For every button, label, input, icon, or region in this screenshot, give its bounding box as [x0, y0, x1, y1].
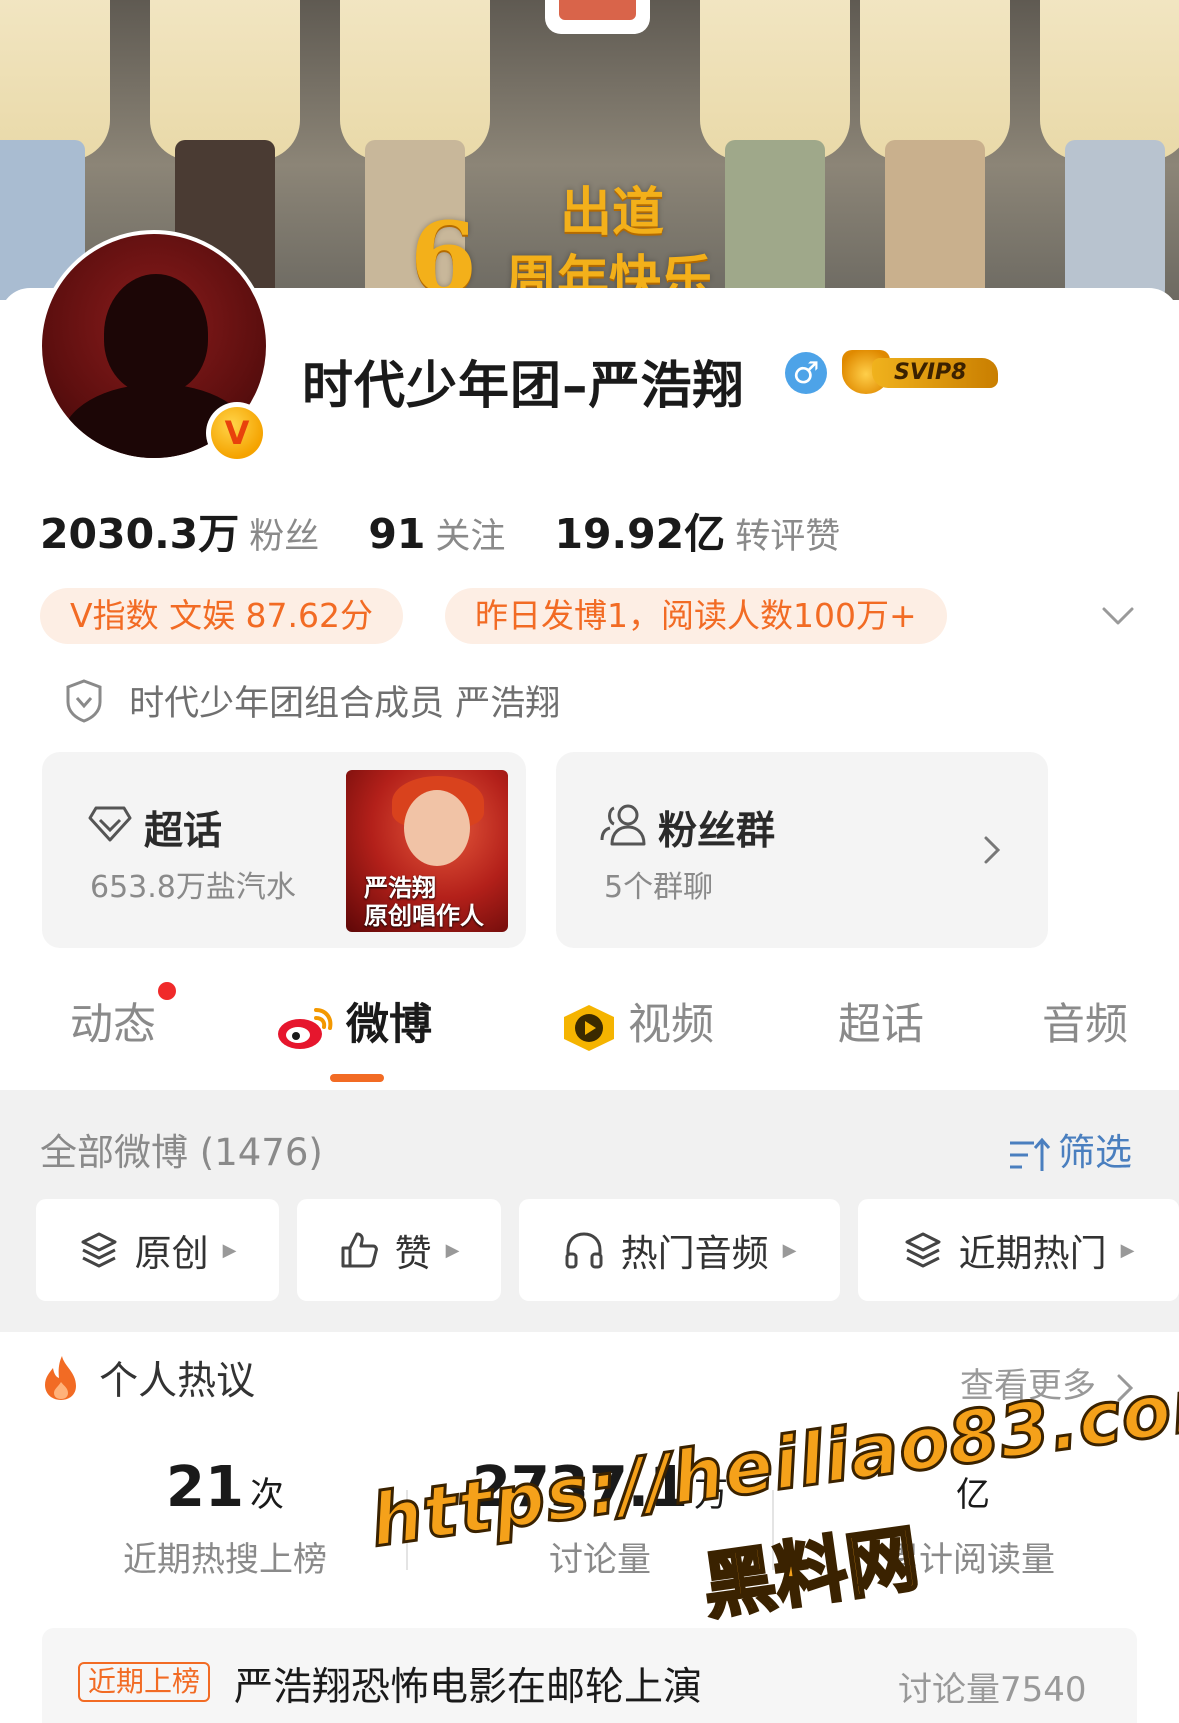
- filter-button[interactable]: 筛选: [1008, 1122, 1132, 1176]
- thumbs-up-icon: [341, 1232, 378, 1268]
- fan-group-title: 粉丝群: [658, 809, 776, 854]
- chip-like[interactable]: 赞 ▶: [297, 1199, 501, 1301]
- svip-badge[interactable]: SVIP8: [842, 350, 1002, 394]
- chevron-down-icon[interactable]: [1100, 598, 1136, 634]
- personal-hot-header: 个人热议: [40, 1350, 255, 1410]
- cake-image: [545, 0, 650, 34]
- layers-icon: [905, 1232, 941, 1268]
- thumbnail-caption: 严浩翔 原创唱作人: [364, 873, 484, 930]
- username: 时代少年团–严浩翔: [302, 357, 745, 416]
- group-icon: [600, 804, 646, 846]
- verified-badge: V: [206, 402, 268, 464]
- supertopic-thumbnail[interactable]: 严浩翔 原创唱作人: [346, 770, 508, 932]
- verification-intro: 时代少年团组合成员 严浩翔: [64, 675, 560, 725]
- sort-icon: [1010, 1137, 1051, 1171]
- hot-topic-count: 讨论量7540: [898, 1670, 1087, 1710]
- chevron-right-icon: [984, 836, 1001, 864]
- headphones-icon: [565, 1232, 603, 1269]
- fire-icon: [45, 1356, 76, 1400]
- intro-text: 时代少年团组合成员 严浩翔: [129, 684, 561, 724]
- tab-weibo[interactable]: 微博: [276, 990, 432, 1060]
- stat-following[interactable]: 91 关注: [368, 508, 505, 559]
- stat-likes[interactable]: 19.92亿 转评赞: [555, 500, 841, 560]
- personal-hot-title: 个人热议: [99, 1359, 256, 1404]
- banner-caption-number: 6: [410, 201, 477, 301]
- chip-recent-hot[interactable]: 近期热门 ▶: [858, 1199, 1179, 1301]
- weibo-icon: [278, 1007, 333, 1049]
- supertopic-title: 超话: [144, 809, 223, 854]
- chip-hot-audio[interactable]: 热门音频 ▶: [519, 1199, 840, 1301]
- metric-hot-search: 21 次 近期热搜上榜: [123, 1455, 327, 1580]
- fan-group-count: 5个群聊: [604, 870, 714, 905]
- male-icon: ♂: [785, 352, 827, 394]
- banner-figure: [860, 0, 1010, 300]
- layers-icon: [81, 1232, 117, 1268]
- stats-row: 2030.3万 粉丝 91 关注 19.92亿 转评赞: [40, 500, 884, 558]
- video-icon: [564, 1004, 614, 1051]
- stat-fans[interactable]: 2030.3万 粉丝: [40, 500, 319, 560]
- svip-label: SVIP8: [872, 358, 998, 388]
- active-tab-indicator: [330, 1074, 384, 1082]
- v-index-pill[interactable]: V指数 文娱 87.62分: [40, 588, 404, 644]
- banner-caption-line1: 出道: [560, 182, 665, 243]
- triangle-right-icon: ▶: [782, 1239, 797, 1261]
- yesterday-post-pill[interactable]: 昨日发博1，阅读人数100万+: [445, 588, 947, 644]
- fan-group-card[interactable]: 粉丝群 5个群聊: [556, 752, 1048, 948]
- chip-original[interactable]: 原创 ▶: [36, 1199, 279, 1301]
- banner-figure: [1040, 0, 1179, 300]
- banner-figure: [700, 0, 850, 300]
- recent-chart-tag: 近期上榜: [78, 1662, 211, 1702]
- verified-icon: V: [211, 407, 263, 459]
- tab-dynamics[interactable]: 动态: [70, 990, 156, 1060]
- hot-topic-row[interactable]: 近期上榜 严浩翔恐怖电影在邮轮上演 讨论量7540: [42, 1628, 1137, 1723]
- tab-supertopic[interactable]: 超话: [838, 990, 924, 1060]
- triangle-right-icon: ▶: [222, 1239, 237, 1261]
- triangle-right-icon: ▶: [445, 1239, 460, 1261]
- shield-icon: [66, 678, 102, 723]
- hot-topic-title: 严浩翔恐怖电影在邮轮上演: [234, 1665, 703, 1710]
- diamond-icon: [88, 806, 132, 842]
- notification-dot: [158, 982, 176, 1000]
- tab-audio[interactable]: 音频: [1042, 990, 1128, 1060]
- supertopic-count: 653.8万盐汽水: [90, 870, 296, 905]
- profile-tabs: 动态 微博 视频 超话 音频: [0, 990, 1179, 1090]
- tab-video[interactable]: 视频: [560, 990, 714, 1060]
- all-weibo-count: 全部微博 (1476): [40, 1131, 323, 1174]
- triangle-right-icon: ▶: [1120, 1239, 1135, 1261]
